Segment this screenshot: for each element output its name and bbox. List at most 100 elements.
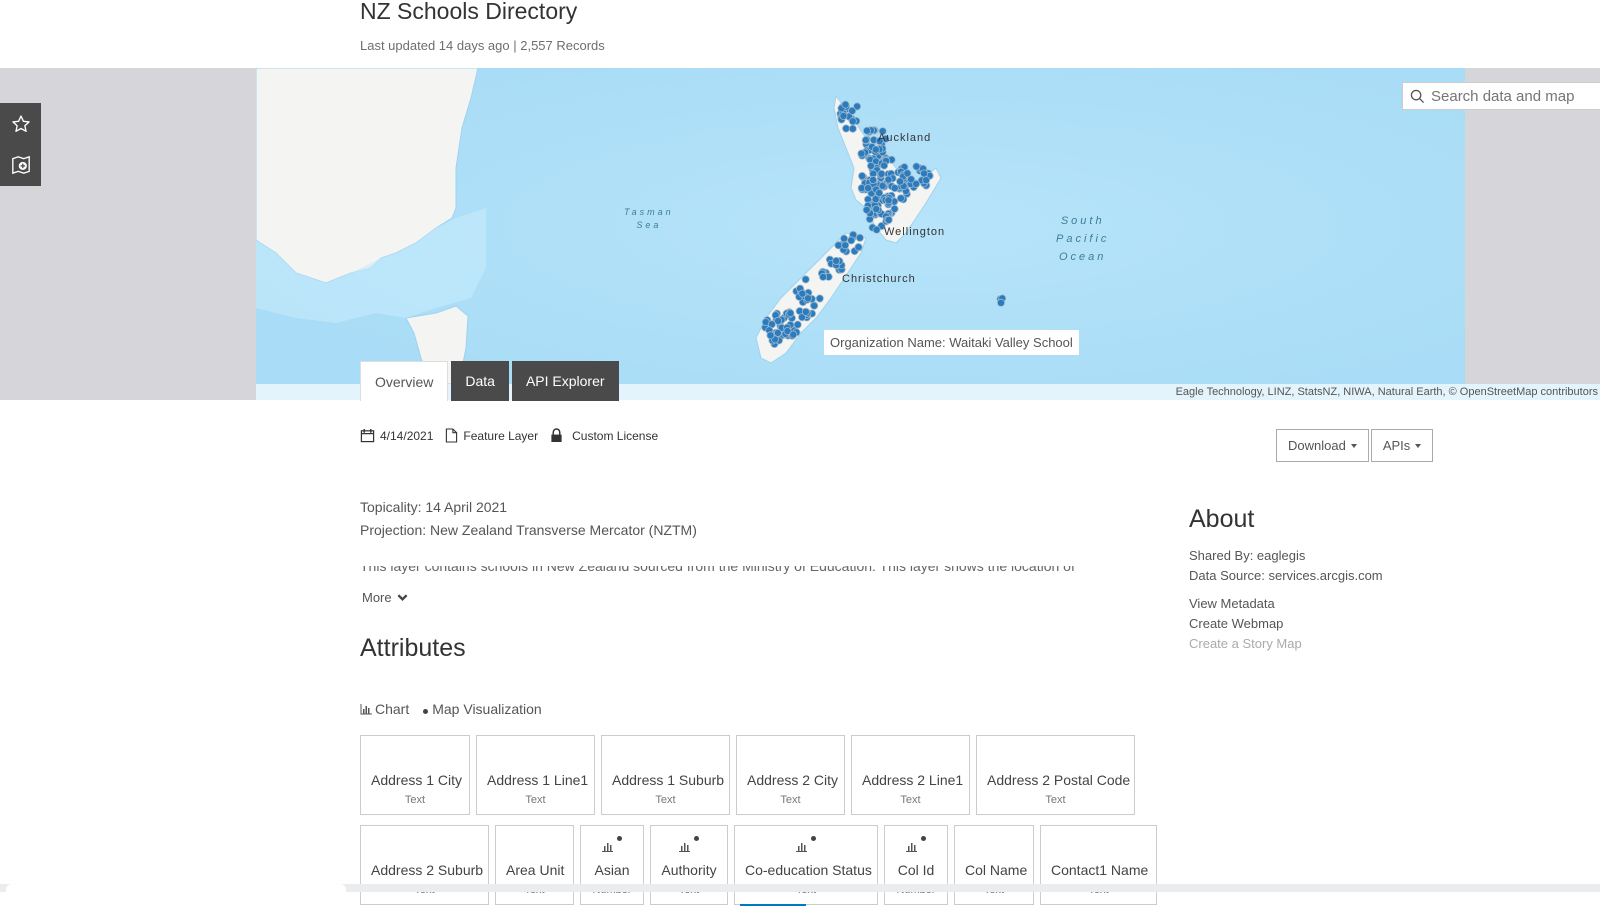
apis-button[interactable]: APIs — [1370, 429, 1434, 462]
school-point[interactable] — [801, 307, 810, 316]
school-point[interactable] — [884, 196, 893, 205]
school-point[interactable] — [819, 272, 828, 281]
bottom-scrollbar[interactable] — [0, 884, 1600, 892]
school-point[interactable] — [848, 124, 857, 133]
tab-api-explorer[interactable]: API Explorer — [511, 361, 619, 401]
school-point[interactable] — [878, 181, 887, 190]
attribute-card[interactable]: Col NameText — [954, 825, 1034, 905]
open-in-map-button[interactable] — [0, 144, 41, 185]
caret-down-icon — [1350, 443, 1357, 448]
bar-chart-icon — [360, 703, 372, 714]
school-point[interactable] — [834, 241, 843, 250]
page-subtitle: Last updated 14 days ago | 2,557 Records — [360, 38, 605, 53]
school-point[interactable] — [774, 316, 783, 325]
more-link[interactable]: More — [362, 590, 408, 605]
attribute-card[interactable]: Address 2 SuburbText — [360, 825, 489, 905]
attribute-card[interactable]: Col IdNumber — [884, 825, 948, 905]
school-point[interactable] — [896, 177, 905, 186]
attribute-cards-row-1: Address 1 City Text Address 1 Line1 Text A… — [360, 735, 1141, 815]
school-point[interactable] — [896, 194, 905, 203]
school-point[interactable] — [861, 136, 870, 145]
attribute-card[interactable]: Contact1 NameText — [1040, 825, 1157, 905]
school-point[interactable] — [848, 117, 857, 126]
school-point[interactable] — [872, 205, 881, 214]
attribute-card[interactable]: AsianNumber — [580, 825, 644, 905]
tab-data[interactable]: Data — [451, 361, 509, 401]
school-point[interactable] — [858, 172, 867, 181]
chart-option[interactable]: Chart — [360, 701, 409, 717]
school-point[interactable] — [871, 145, 880, 154]
school-point[interactable] — [815, 294, 824, 303]
map-search-input[interactable] — [1431, 87, 1591, 105]
school-point[interactable] — [854, 243, 863, 252]
attribute-card[interactable]: AuthorityText — [650, 825, 728, 905]
school-point[interactable] — [857, 149, 866, 158]
star-icon — [11, 114, 30, 132]
school-point[interactable] — [890, 184, 899, 193]
favorite-button[interactable] — [0, 103, 41, 144]
attribute-card[interactable]: Address 1 City Text — [360, 735, 470, 815]
school-point[interactable] — [847, 236, 856, 245]
school-point[interactable] — [912, 162, 921, 171]
school-point[interactable] — [789, 330, 798, 339]
school-point[interactable] — [872, 225, 881, 234]
school-point[interactable] — [869, 176, 878, 185]
attribute-card[interactable]: Co-education StatusText — [734, 825, 878, 906]
attribute-card[interactable]: Address 1 Line1 Text — [476, 735, 595, 815]
item-meta: 4/14/2021 Feature Layer Custom License — [360, 428, 670, 443]
school-point[interactable] — [801, 275, 810, 284]
action-buttons: Download APIs — [1276, 429, 1434, 462]
school-point[interactable] — [855, 233, 864, 242]
dot-icon — [423, 708, 429, 714]
school-point[interactable] — [840, 234, 849, 243]
school-point[interactable] — [880, 161, 889, 170]
school-point[interactable] — [798, 289, 807, 298]
meta-date: 4/14/2021 — [360, 428, 433, 443]
school-point[interactable] — [832, 256, 841, 265]
map-visualization-option[interactable]: Map Visualization — [423, 701, 542, 717]
school-point[interactable] — [841, 241, 850, 250]
view-metadata-link[interactable]: View Metadata — [1189, 594, 1383, 614]
create-story-map-link[interactable]: Create a Story Map — [1189, 634, 1383, 654]
shared-by: Shared By: eaglegis — [1189, 548, 1306, 563]
map-add-icon — [11, 155, 30, 174]
school-point[interactable] — [839, 111, 848, 120]
lock-icon — [551, 428, 562, 442]
school-point[interactable] — [841, 100, 850, 109]
school-point[interactable] — [810, 301, 819, 310]
bar-chart-icon — [679, 842, 690, 852]
data-source: Data Source: services.arcgis.com — [1189, 568, 1383, 583]
school-point[interactable] — [884, 215, 893, 224]
create-webmap-link[interactable]: Create Webmap — [1189, 614, 1383, 634]
school-point[interactable] — [862, 205, 871, 214]
map-label-christchurch: Christchurch — [842, 273, 916, 285]
school-point[interactable] — [793, 320, 802, 329]
school-point[interactable] — [920, 169, 929, 178]
school-point[interactable] — [786, 309, 795, 318]
map-section: Auckland Wellington Christchurch Tasman … — [0, 68, 1600, 400]
school-point[interactable] — [912, 179, 921, 188]
school-point[interactable] — [922, 176, 931, 185]
attribute-card[interactable]: Address 1 Suburb Text — [601, 735, 730, 815]
school-point[interactable] — [864, 184, 873, 193]
attribute-card[interactable]: Address 2 Postal Code Text — [976, 735, 1135, 815]
school-point[interactable] — [848, 106, 857, 115]
attributes-heading: Attributes — [360, 634, 466, 662]
attribute-card[interactable]: Address 2 Line1 Text — [851, 735, 970, 815]
attribute-card[interactable]: Address 2 City Text — [736, 735, 845, 815]
document-icon — [446, 428, 458, 443]
school-point[interactable] — [766, 331, 775, 340]
school-point[interactable] — [877, 169, 886, 178]
bar-chart-icon — [906, 842, 917, 852]
school-point[interactable] — [884, 175, 893, 184]
projection-text: Projection: New Zealand Transverse Merca… — [360, 522, 697, 538]
side-toolbar — [0, 103, 41, 186]
attribute-card[interactable]: Area UnitText — [495, 825, 574, 905]
school-point[interactable] — [997, 298, 1006, 307]
tab-overview[interactable]: Overview — [360, 361, 449, 401]
map-view[interactable]: Auckland Wellington Christchurch Tasman … — [256, 68, 1465, 384]
school-point[interactable] — [871, 195, 880, 204]
download-button[interactable]: Download — [1276, 429, 1369, 462]
school-point[interactable] — [842, 124, 851, 133]
school-point[interactable] — [863, 126, 872, 135]
